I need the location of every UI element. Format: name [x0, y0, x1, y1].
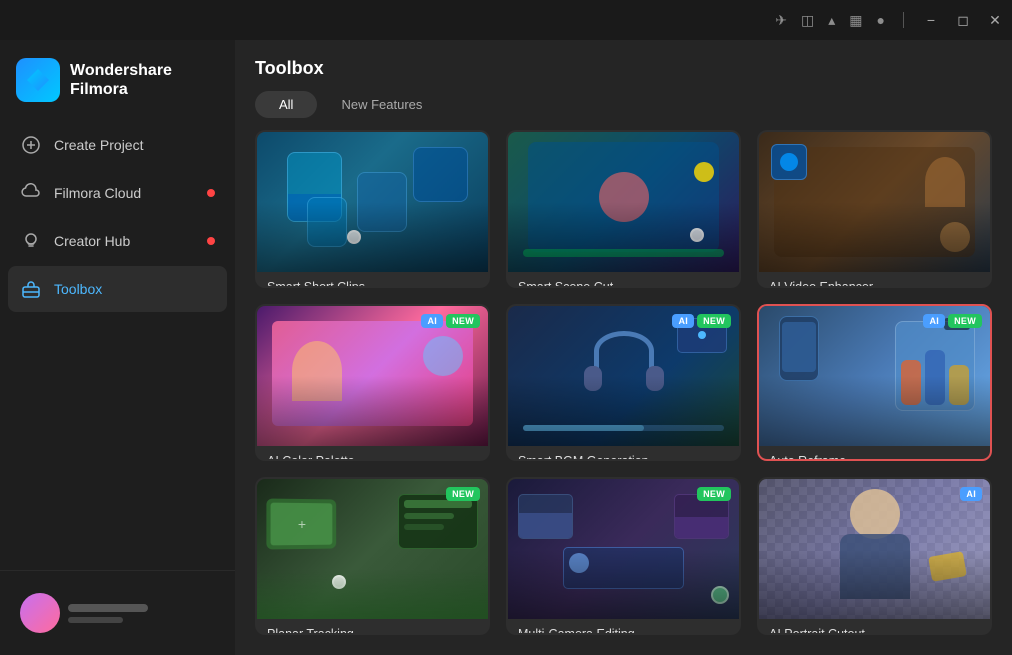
title-bar: ✈ ◫ ▴ ▦ ● − ◻ ✕ — [0, 0, 1012, 40]
ai-badge: AI — [421, 314, 443, 328]
app-name: WondershareFilmora — [70, 61, 172, 99]
thumb-overlay — [257, 202, 488, 272]
tool-card-smart-short-clips[interactable]: Smart Short Clips — [255, 130, 490, 288]
badge-row-reframe: AI NEW — [923, 314, 982, 328]
sidebar-item-filmora-cloud[interactable]: Filmora Cloud — [8, 170, 227, 216]
tool-card-multi-camera[interactable]: NEW Multi-Camera Editing — [506, 477, 741, 635]
upload-icon[interactable]: ▴ — [828, 12, 835, 29]
tool-label-planar-tracking: Planar Tracking — [257, 619, 488, 635]
tab-new-features[interactable]: New Features — [317, 91, 446, 118]
app-body: WondershareFilmora Create Project — [0, 40, 1012, 655]
new-badge: NEW — [948, 314, 982, 328]
badge-row-bgm: AI NEW — [672, 314, 731, 328]
thumb-smart-short-clips — [257, 132, 488, 272]
thumb-smart-bgm: AI NEW — [508, 306, 739, 446]
tool-label-ai-video-enhancer: AI Video Enhancer — [759, 272, 990, 288]
thumb-overlay — [759, 376, 990, 446]
filmora-cloud-notification-dot — [207, 189, 215, 197]
user-name-placeholder — [68, 604, 148, 612]
sidebar-item-toolbox[interactable]: Toolbox — [8, 266, 227, 312]
thumb-smart-scene-cut — [508, 132, 739, 272]
tool-card-smart-scene-cut[interactable]: Smart Scene Cut — [506, 130, 741, 288]
tool-card-ai-portrait-cutout[interactable]: AI AI Portrait Cutout — [757, 477, 992, 635]
grid-icon[interactable]: ▦ — [849, 12, 862, 29]
restore-button[interactable]: ◻ — [954, 11, 972, 29]
plus-circle-icon — [20, 134, 42, 156]
sidebar-label-filmora-cloud: Filmora Cloud — [54, 185, 141, 201]
tool-card-auto-reframe[interactable]: 0:15 AI NEW Auto Reframe — [757, 304, 992, 462]
sidebar-label-toolbox: Toolbox — [54, 281, 102, 297]
thumb-planar-tracking: + NEW — [257, 479, 488, 619]
ai-badge: AI — [923, 314, 945, 328]
toolbox-icon — [20, 278, 42, 300]
thumb-overlay — [508, 202, 739, 272]
thumb-overlay — [759, 549, 990, 619]
sidebar-label-create-project: Create Project — [54, 137, 143, 153]
toolbox-header: Toolbox All New Features — [235, 40, 1012, 130]
thumb-overlay — [508, 549, 739, 619]
monitor-icon[interactable]: ◫ — [801, 12, 814, 29]
tool-label-smart-scene-cut: Smart Scene Cut — [508, 272, 739, 288]
tool-label-auto-reframe: Auto Reframe — [759, 446, 990, 462]
minimize-button[interactable]: − — [922, 11, 940, 29]
tool-label-ai-color-palette: AI Color Palette — [257, 446, 488, 462]
tool-card-ai-color-palette[interactable]: AI NEW AI Color Palette — [255, 304, 490, 462]
tool-label-multi-camera: Multi-Camera Editing — [508, 619, 739, 635]
divider — [903, 12, 904, 28]
logo-area: WondershareFilmora — [0, 48, 235, 122]
tool-card-smart-bgm[interactable]: AI NEW Smart BGM Generation — [506, 304, 741, 462]
sidebar-item-creator-hub[interactable]: Creator Hub — [8, 218, 227, 264]
thumb-overlay — [759, 202, 990, 272]
thumb-overlay — [508, 376, 739, 446]
new-badge: NEW — [697, 487, 731, 501]
filmora-logo-icon — [16, 58, 60, 102]
user-info — [68, 604, 215, 623]
ai-badge: AI — [960, 487, 982, 501]
thumb-overlay — [257, 376, 488, 446]
sidebar-label-creator-hub: Creator Hub — [54, 233, 130, 249]
title-bar-icons: ✈ ◫ ▴ ▦ ● − ◻ ✕ — [775, 11, 1004, 29]
sidebar-nav: Create Project Filmora Cloud — [0, 122, 235, 570]
tabs-row: All New Features — [255, 91, 992, 118]
badge-row-planar: NEW — [446, 487, 480, 501]
thumb-multi-camera: NEW — [508, 479, 739, 619]
ai-badge: AI — [672, 314, 694, 328]
thumb-auto-reframe: 0:15 AI NEW — [759, 306, 990, 446]
badge-row-portrait: AI — [960, 487, 982, 501]
sidebar-item-create-project[interactable]: Create Project — [8, 122, 227, 168]
badge-row-multicam: NEW — [697, 487, 731, 501]
tool-card-planar-tracking[interactable]: + NEW Pla — [255, 477, 490, 635]
bell-icon[interactable]: ● — [877, 12, 885, 28]
cloud-icon — [20, 182, 42, 204]
tool-label-smart-short-clips: Smart Short Clips — [257, 272, 488, 288]
new-badge: NEW — [446, 314, 480, 328]
thumb-ai-color-palette: AI NEW — [257, 306, 488, 446]
close-button[interactable]: ✕ — [986, 11, 1004, 29]
new-badge: NEW — [446, 487, 480, 501]
tools-grid: Smart Short Clips Smart Scene Cut — [235, 130, 1012, 655]
main-content: Toolbox All New Features — [235, 40, 1012, 655]
thumb-ai-video-enhancer — [759, 132, 990, 272]
tool-label-ai-portrait-cutout: AI Portrait Cutout — [759, 619, 990, 635]
sidebar: WondershareFilmora Create Project — [0, 40, 235, 655]
share-icon[interactable]: ✈ — [775, 12, 787, 29]
sidebar-bottom — [0, 570, 235, 655]
tab-all[interactable]: All — [255, 91, 317, 118]
thumb-ai-portrait-cutout: AI — [759, 479, 990, 619]
toolbox-title: Toolbox — [255, 58, 992, 79]
user-profile[interactable] — [8, 583, 227, 643]
creator-hub-notification-dot — [207, 237, 215, 245]
user-avatar — [20, 593, 60, 633]
badge-row-ai-color: AI NEW — [421, 314, 480, 328]
user-sub-placeholder — [68, 617, 123, 623]
new-badge: NEW — [697, 314, 731, 328]
filmora-diamond-shape — [27, 69, 49, 91]
tool-label-smart-bgm: Smart BGM Generation — [508, 446, 739, 462]
lightbulb-icon — [20, 230, 42, 252]
tool-card-ai-video-enhancer[interactable]: AI Video Enhancer — [757, 130, 992, 288]
